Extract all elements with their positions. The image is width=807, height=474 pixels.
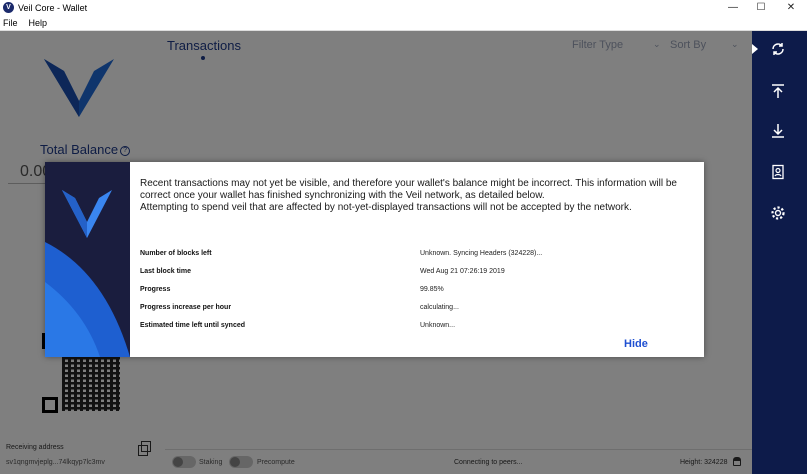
- menu-bar: File Help: [0, 15, 807, 31]
- hide-button[interactable]: Hide: [624, 338, 648, 350]
- info-row-last-block-time: Last block time Wed Aug 21 07:26:19 2019: [140, 268, 505, 275]
- maximize-button[interactable]: ☐: [746, 0, 776, 15]
- modal-paragraph-1: Recent transactions may not yet be visib…: [140, 178, 677, 201]
- receive-icon[interactable]: [767, 120, 789, 142]
- send-icon[interactable]: [767, 80, 789, 102]
- info-value: 99.85%: [420, 286, 444, 293]
- info-label: Progress: [140, 286, 171, 293]
- info-value: Unknown. Syncing Headers (324228)...: [420, 250, 543, 257]
- sync-modal: Recent transactions may not yet be visib…: [45, 162, 704, 357]
- modal-brand-panel: [45, 162, 130, 357]
- sync-icon[interactable]: [767, 38, 789, 60]
- info-label: Progress increase per hour: [140, 304, 232, 311]
- minimize-button[interactable]: —: [718, 0, 748, 15]
- modal-paragraph-2: Attempting to spend veil that are affect…: [140, 202, 632, 213]
- info-row-progress: Progress 99.85%: [140, 286, 444, 293]
- app-logo-icon: V: [3, 2, 14, 13]
- info-value: calculating...: [420, 304, 459, 311]
- menu-file[interactable]: File: [3, 18, 18, 28]
- info-row-time-left: Estimated time left until synced Unknown…: [140, 322, 455, 329]
- title-bar: V Veil Core - Wallet — ☐ ✕: [0, 0, 807, 15]
- info-label: Number of blocks left: [140, 250, 212, 257]
- info-value: Unknown...: [420, 322, 456, 329]
- info-value: Wed Aug 21 07:26:19 2019: [420, 268, 505, 275]
- modal-message: Recent transactions may not yet be visib…: [140, 178, 696, 214]
- menu-help[interactable]: Help: [29, 18, 48, 28]
- app-window: V Veil Core - Wallet — ☐ ✕ File Help Tot…: [0, 0, 807, 474]
- window-title: Veil Core - Wallet: [18, 2, 88, 13]
- right-sidebar: [752, 31, 807, 474]
- close-button[interactable]: ✕: [776, 0, 806, 15]
- info-label: Estimated time left until synced: [140, 322, 246, 329]
- active-nav-arrow-icon: [752, 44, 758, 54]
- info-row-blocks-left: Number of blocks left Unknown. Syncing H…: [140, 250, 542, 257]
- info-row-progress-per-hour: Progress increase per hour calculating..…: [140, 304, 459, 311]
- info-label: Last block time: [140, 268, 191, 275]
- settings-icon[interactable]: [767, 202, 789, 224]
- address-book-icon[interactable]: [767, 161, 789, 183]
- modal-brand-art: [45, 162, 130, 357]
